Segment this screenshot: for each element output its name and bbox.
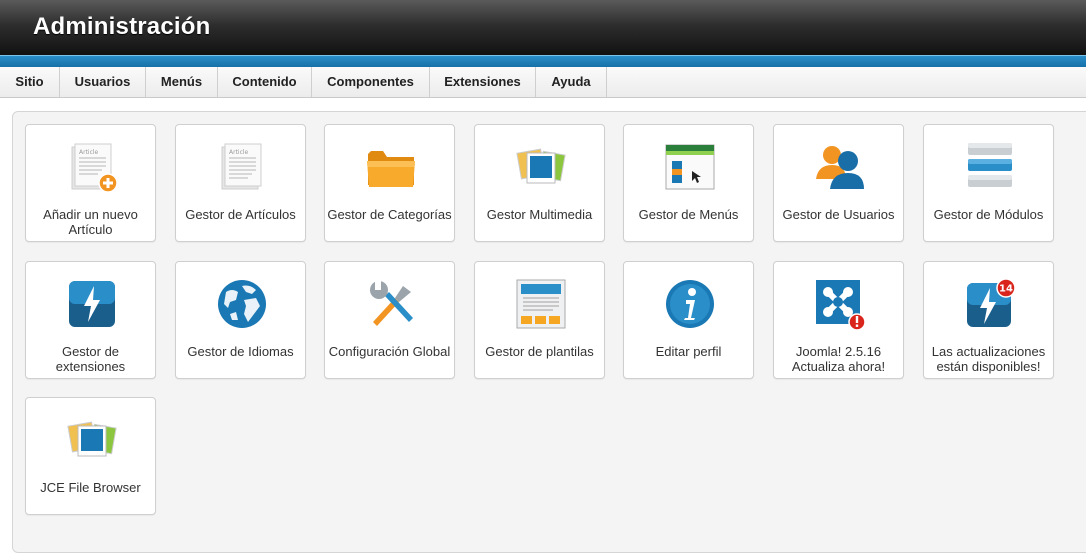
header-accent-bar <box>0 55 1086 67</box>
add-article-icon: Article <box>66 141 118 193</box>
tile-label: Gestor de extensiones <box>55 344 126 374</box>
update-count-badge: 14 <box>999 284 1013 295</box>
extensions-icon <box>66 278 118 330</box>
tile-label: Gestor de Categorías <box>327 207 452 222</box>
media-icon <box>515 141 567 193</box>
templates-icon <box>515 278 567 330</box>
tile-extension-manager[interactable]: Gestor de extensiones <box>25 261 156 379</box>
app-header: Administración <box>0 0 1086 55</box>
folder-icon <box>365 141 417 193</box>
tile-add-article[interactable]: Article Añadir un nuevo Artículo <box>25 124 156 242</box>
doc-heading-text: Article <box>79 149 99 156</box>
tile-label: Gestor de Módulos <box>933 207 1044 222</box>
tile-jce-file-browser[interactable]: JCE File Browser <box>25 397 156 515</box>
tile-user-manager[interactable]: Gestor de Usuarios <box>773 124 904 242</box>
tile-template-manager[interactable]: Gestor de plantilas <box>474 261 605 379</box>
article-manager-icon: Article <box>216 141 268 193</box>
menu-sitio[interactable]: Sitio <box>0 67 60 97</box>
tools-icon <box>365 278 417 330</box>
tile-label: Gestor de Idiomas <box>187 344 294 359</box>
menu-extensiones[interactable]: Extensiones <box>430 67 536 97</box>
tile-module-manager[interactable]: Gestor de Módulos <box>923 124 1054 242</box>
tile-label: Editar perfil <box>655 344 722 359</box>
tile-media-manager[interactable]: Gestor Multimedia <box>474 124 605 242</box>
tile-label: Gestor Multimedia <box>486 207 593 222</box>
tile-joomla-update[interactable]: Joomla! 2.5.16 Actualiza ahora! <box>773 261 904 379</box>
tile-label: JCE File Browser <box>40 480 141 495</box>
tile-article-manager[interactable]: Article Gestor de Artículos <box>175 124 306 242</box>
tile-label: Gestor de Usuarios <box>782 207 895 222</box>
tile-menu-manager[interactable]: Gestor de Menús <box>623 124 754 242</box>
menu-componentes[interactable]: Componentes <box>312 67 430 97</box>
tile-label: Gestor de Artículos <box>185 207 296 222</box>
tile-label: Configuración Global <box>328 344 451 359</box>
menu-contenido[interactable]: Contenido <box>218 67 312 97</box>
menu-ayuda[interactable]: Ayuda <box>536 67 607 97</box>
tile-label: Gestor de Menús <box>638 207 739 222</box>
jce-file-browser-icon <box>66 414 118 466</box>
main-menu: Sitio Usuarios Menús Contenido Component… <box>0 67 1086 98</box>
updates-available-icon: 14 <box>964 278 1016 330</box>
app-title: Administración <box>33 13 211 40</box>
tile-updates-available[interactable]: 14 Las actualizaciones están disponibles… <box>923 261 1054 379</box>
tile-global-configuration[interactable]: Configuración Global <box>324 261 455 379</box>
tile-language-manager[interactable]: Gestor de Idiomas <box>175 261 306 379</box>
tile-category-manager[interactable]: Gestor de Categorías <box>324 124 455 242</box>
modules-icon <box>964 141 1016 193</box>
menu-menus[interactable]: Menús <box>146 67 218 97</box>
info-icon <box>664 278 716 330</box>
tile-label: Gestor de plantilas <box>485 344 594 359</box>
menu-manager-icon <box>664 141 716 193</box>
tile-edit-profile[interactable]: Editar perfil <box>623 261 754 379</box>
users-icon <box>814 141 866 193</box>
menu-usuarios[interactable]: Usuarios <box>60 67 146 97</box>
joomla-update-icon <box>814 278 866 330</box>
globe-icon <box>216 278 268 330</box>
doc-heading-text: Article <box>229 149 249 156</box>
tile-label: Las actualizaciones están disponibles! <box>931 344 1046 374</box>
tile-label: Añadir un nuevo Artículo <box>43 207 138 237</box>
tile-label: Joomla! 2.5.16 Actualiza ahora! <box>791 344 886 374</box>
